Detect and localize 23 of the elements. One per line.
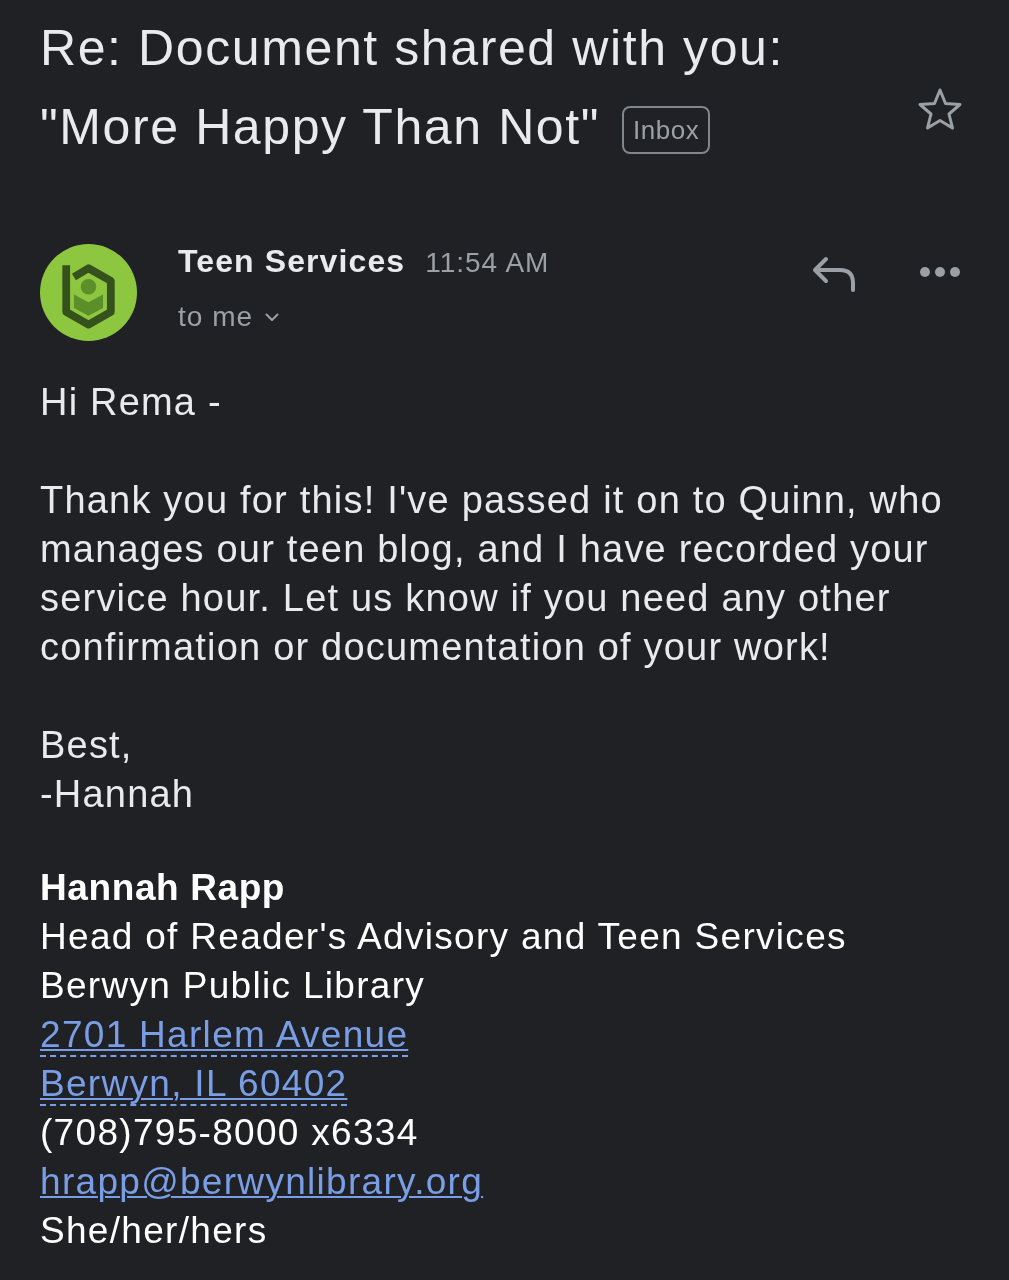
email-link[interactable]: hrapp@berwynlibrary.org <box>40 1161 484 1202</box>
signature-text: Head of Reader's Advisory and Teen Services <box>40 916 847 957</box>
message-text: Best, <box>40 723 133 768</box>
sender-name: Teen Services <box>178 244 406 278</box>
chevron-down-icon <box>265 312 280 322</box>
reply-icon[interactable] <box>812 256 856 292</box>
signature-name: Hannah Rapp <box>40 867 286 908</box>
star-icon[interactable] <box>917 87 963 131</box>
address-link[interactable]: Berwyn, IL 60402 <box>40 1063 348 1106</box>
address-link[interactable]: 2701 Harlem Avenue <box>40 1014 409 1057</box>
hexagon-logo-icon <box>40 244 137 341</box>
signature-text: (708)795-8000 x6334 <box>40 1112 419 1153</box>
message-text: Hi Rema - <box>40 380 222 425</box>
message-text: -Hannah <box>40 772 195 817</box>
inbox-label[interactable]: Inbox <box>622 105 711 154</box>
sent-time: 11:54 AM <box>425 246 550 280</box>
signature-text: She/her/hers <box>40 1210 268 1251</box>
recipient-button[interactable]: to me <box>178 300 280 334</box>
more-options-icon[interactable] <box>920 267 960 277</box>
signature-text: Berwyn Public Library <box>40 965 426 1006</box>
email-subject: Re: Document shared with you: <box>40 19 784 78</box>
email-subject: "More Happy Than Not" <box>40 98 601 157</box>
message-text: Thank you for this! I've passed it on to Quinn, who manages our teen blog, and I have recorded your service hour. Let us know if you need any other confirmation or documentation of your work! <box>40 478 944 670</box>
